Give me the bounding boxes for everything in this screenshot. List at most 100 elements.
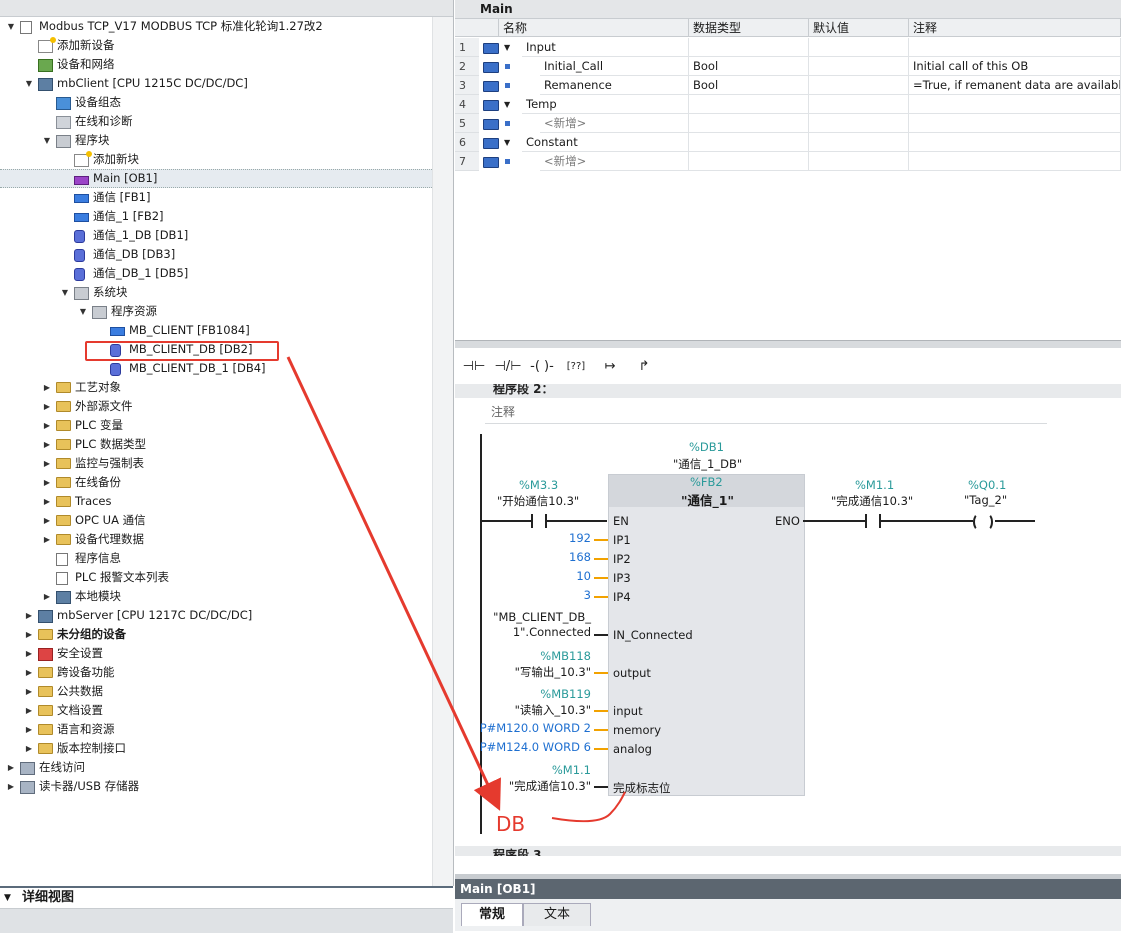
ip1-value[interactable]: 192 (569, 531, 591, 545)
cell-type[interactable] (689, 95, 809, 114)
tree-item[interactable]: ▶ 监控与强制表 (0, 454, 432, 473)
cell-comment[interactable] (909, 152, 1121, 171)
column-header-name[interactable]: 名称 (499, 19, 689, 37)
table-row[interactable]: 6 ▼ Constant (455, 133, 1121, 152)
tree-item[interactable]: ▼ Modbus TCP_V17 MODBUS TCP 标准化轮询1.27改2 (0, 17, 432, 36)
tree-item[interactable]: 设备和网络 (0, 55, 432, 74)
row-number[interactable]: 2 (455, 57, 479, 76)
ip4-value[interactable]: 3 (584, 588, 591, 602)
tree-item[interactable]: ▶ 文档设置 (0, 701, 432, 720)
contact2-symbol[interactable] (865, 514, 881, 528)
tree-item[interactable]: ▶ 安全设置 (0, 644, 432, 663)
tree-item[interactable]: ▶ 在线备份 (0, 473, 432, 492)
expand-arrow-icon[interactable]: ▶ (24, 739, 34, 758)
expand-arrow-icon[interactable]: ▶ (42, 587, 52, 606)
open-branch-button[interactable]: ↦ (594, 354, 626, 380)
tree-item[interactable]: 通信 [FB1] (0, 188, 432, 207)
tree-item[interactable]: MB_CLIENT_DB_1 [DB4] (0, 359, 432, 378)
expand-arrow-icon[interactable]: ▶ (42, 378, 52, 397)
expand-arrow-icon[interactable]: ▶ (24, 663, 34, 682)
tab-general[interactable]: 常规 (461, 903, 523, 926)
network-3-header[interactable]: 程序段 3 (455, 846, 1121, 856)
column-header-default[interactable]: 默认值 (809, 19, 909, 37)
expand-arrow-icon[interactable]: ▶ (42, 435, 52, 454)
cell-comment[interactable] (909, 114, 1121, 133)
instance-db-name[interactable]: "通信_1_DB" (673, 456, 742, 472)
tree-item[interactable]: MB_CLIENT [FB1084] (0, 321, 432, 340)
memory-value[interactable]: P#M120.0 WORD 2 (480, 721, 591, 735)
tree-item[interactable]: 添加新块 (0, 150, 432, 169)
collapse-arrow-icon[interactable]: ▼ (24, 74, 34, 93)
cell-name[interactable]: Initial_Call (540, 57, 689, 76)
close-branch-button[interactable]: ↱ (628, 354, 660, 380)
expand-arrow-icon[interactable]: ▶ (42, 530, 52, 549)
table-row[interactable]: 5 <新增> (455, 114, 1121, 133)
cell-comment[interactable] (909, 95, 1121, 114)
in-connected-tag-line1[interactable]: "MB_CLIENT_DB_ (493, 610, 591, 624)
cell-type[interactable] (689, 114, 809, 133)
cell-comment[interactable] (909, 133, 1121, 152)
tree-item[interactable]: ▼ mbClient [CPU 1215C DC/DC/DC] (0, 74, 432, 93)
cell-default[interactable] (809, 95, 909, 114)
tree-item[interactable]: ▶ PLC 变量 (0, 416, 432, 435)
expand-arrow-icon[interactable]: ▶ (42, 454, 52, 473)
table-row[interactable]: 4 ▼ Temp (455, 95, 1121, 114)
network-2-header[interactable]: 程序段 2： (455, 384, 1121, 398)
tree-item[interactable]: 程序信息 (0, 549, 432, 568)
contact1-tag[interactable]: "开始通信10.3" (497, 493, 579, 509)
tree-item[interactable]: ▼ 程序块 (0, 131, 432, 150)
column-header-comment[interactable]: 注释 (909, 19, 1121, 37)
cell-default[interactable] (809, 76, 909, 95)
tree-item[interactable]: ▶ 跨设备功能 (0, 663, 432, 682)
tree-item[interactable]: ▶ 设备代理数据 (0, 530, 432, 549)
cell-comment[interactable]: =True, if remanent data are available (909, 76, 1121, 95)
no-contact-button[interactable]: ⊣⊢ (458, 354, 490, 380)
tree-item[interactable]: 添加新设备 (0, 36, 432, 55)
row-number[interactable]: 3 (455, 76, 479, 95)
cell-name[interactable]: Input (522, 38, 689, 57)
network-comment[interactable]: 注释 (485, 401, 1047, 424)
cell-default[interactable] (809, 152, 909, 171)
expand-arrow-icon[interactable]: ▶ (24, 625, 34, 644)
column-header-datatype[interactable]: 数据类型 (689, 19, 809, 37)
project-tree-scrollbar[interactable] (432, 17, 453, 886)
tree-item[interactable]: 设备组态 (0, 93, 432, 112)
analog-value[interactable]: P#M124.0 WORD 6 (480, 740, 591, 754)
table-row[interactable]: 1 ▼ Input (455, 38, 1121, 57)
collapse-arrow-icon[interactable]: ▼ (42, 131, 52, 150)
tree-item[interactable]: 通信_DB_1 [DB5] (0, 264, 432, 283)
table-row[interactable]: 7 <新增> (455, 152, 1121, 171)
cell-type[interactable]: Bool (689, 57, 809, 76)
row-number[interactable]: 7 (455, 152, 479, 171)
tree-item[interactable]: ▶ 未分组的设备 (0, 625, 432, 644)
coil-tag[interactable]: "Tag_2" (964, 493, 1007, 507)
expand-arrow-icon[interactable]: ▶ (42, 511, 52, 530)
table-row[interactable]: 3 Remanence Bool =True, if remanent data ar… (455, 76, 1121, 95)
tree-item[interactable]: ▶ Traces (0, 492, 432, 511)
tree-item[interactable]: ▶ 工艺对象 (0, 378, 432, 397)
cell-default[interactable] (809, 38, 909, 57)
cell-name[interactable]: <新增> (540, 114, 689, 133)
collapse-arrow-icon[interactable]: ▼ (504, 95, 510, 114)
row-number[interactable]: 1 (455, 38, 479, 57)
cell-name[interactable]: Constant (522, 133, 689, 152)
tree-item[interactable]: ▶ 本地模块 (0, 587, 432, 606)
ip3-value[interactable]: 10 (576, 569, 591, 583)
tree-item[interactable]: ▶ PLC 数据类型 (0, 435, 432, 454)
input-tag[interactable]: "读输入_10.3" (515, 702, 591, 718)
cell-name[interactable]: <新增> (540, 152, 689, 171)
tree-item[interactable]: ▶ 语言和资源 (0, 720, 432, 739)
tree-item[interactable]: ▶ 读卡器/USB 存储器 (0, 777, 432, 796)
empty-box-button[interactable]: [??] (560, 354, 592, 380)
cell-comment[interactable] (909, 38, 1121, 57)
table-row[interactable]: 2 Initial_Call Bool Initial call of this OB (455, 57, 1121, 76)
done-tag[interactable]: "完成通信10.3" (509, 778, 591, 794)
coil-button[interactable]: -( )- (526, 354, 558, 380)
cell-name[interactable]: Remanence (540, 76, 689, 95)
nc-contact-button[interactable]: ⊣/⊢ (492, 354, 524, 380)
ip2-value[interactable]: 168 (569, 550, 591, 564)
cell-default[interactable] (809, 133, 909, 152)
detail-view-header[interactable]: ▼ 详细视图 (0, 888, 453, 909)
cell-type[interactable] (689, 152, 809, 171)
cell-type[interactable]: Bool (689, 76, 809, 95)
